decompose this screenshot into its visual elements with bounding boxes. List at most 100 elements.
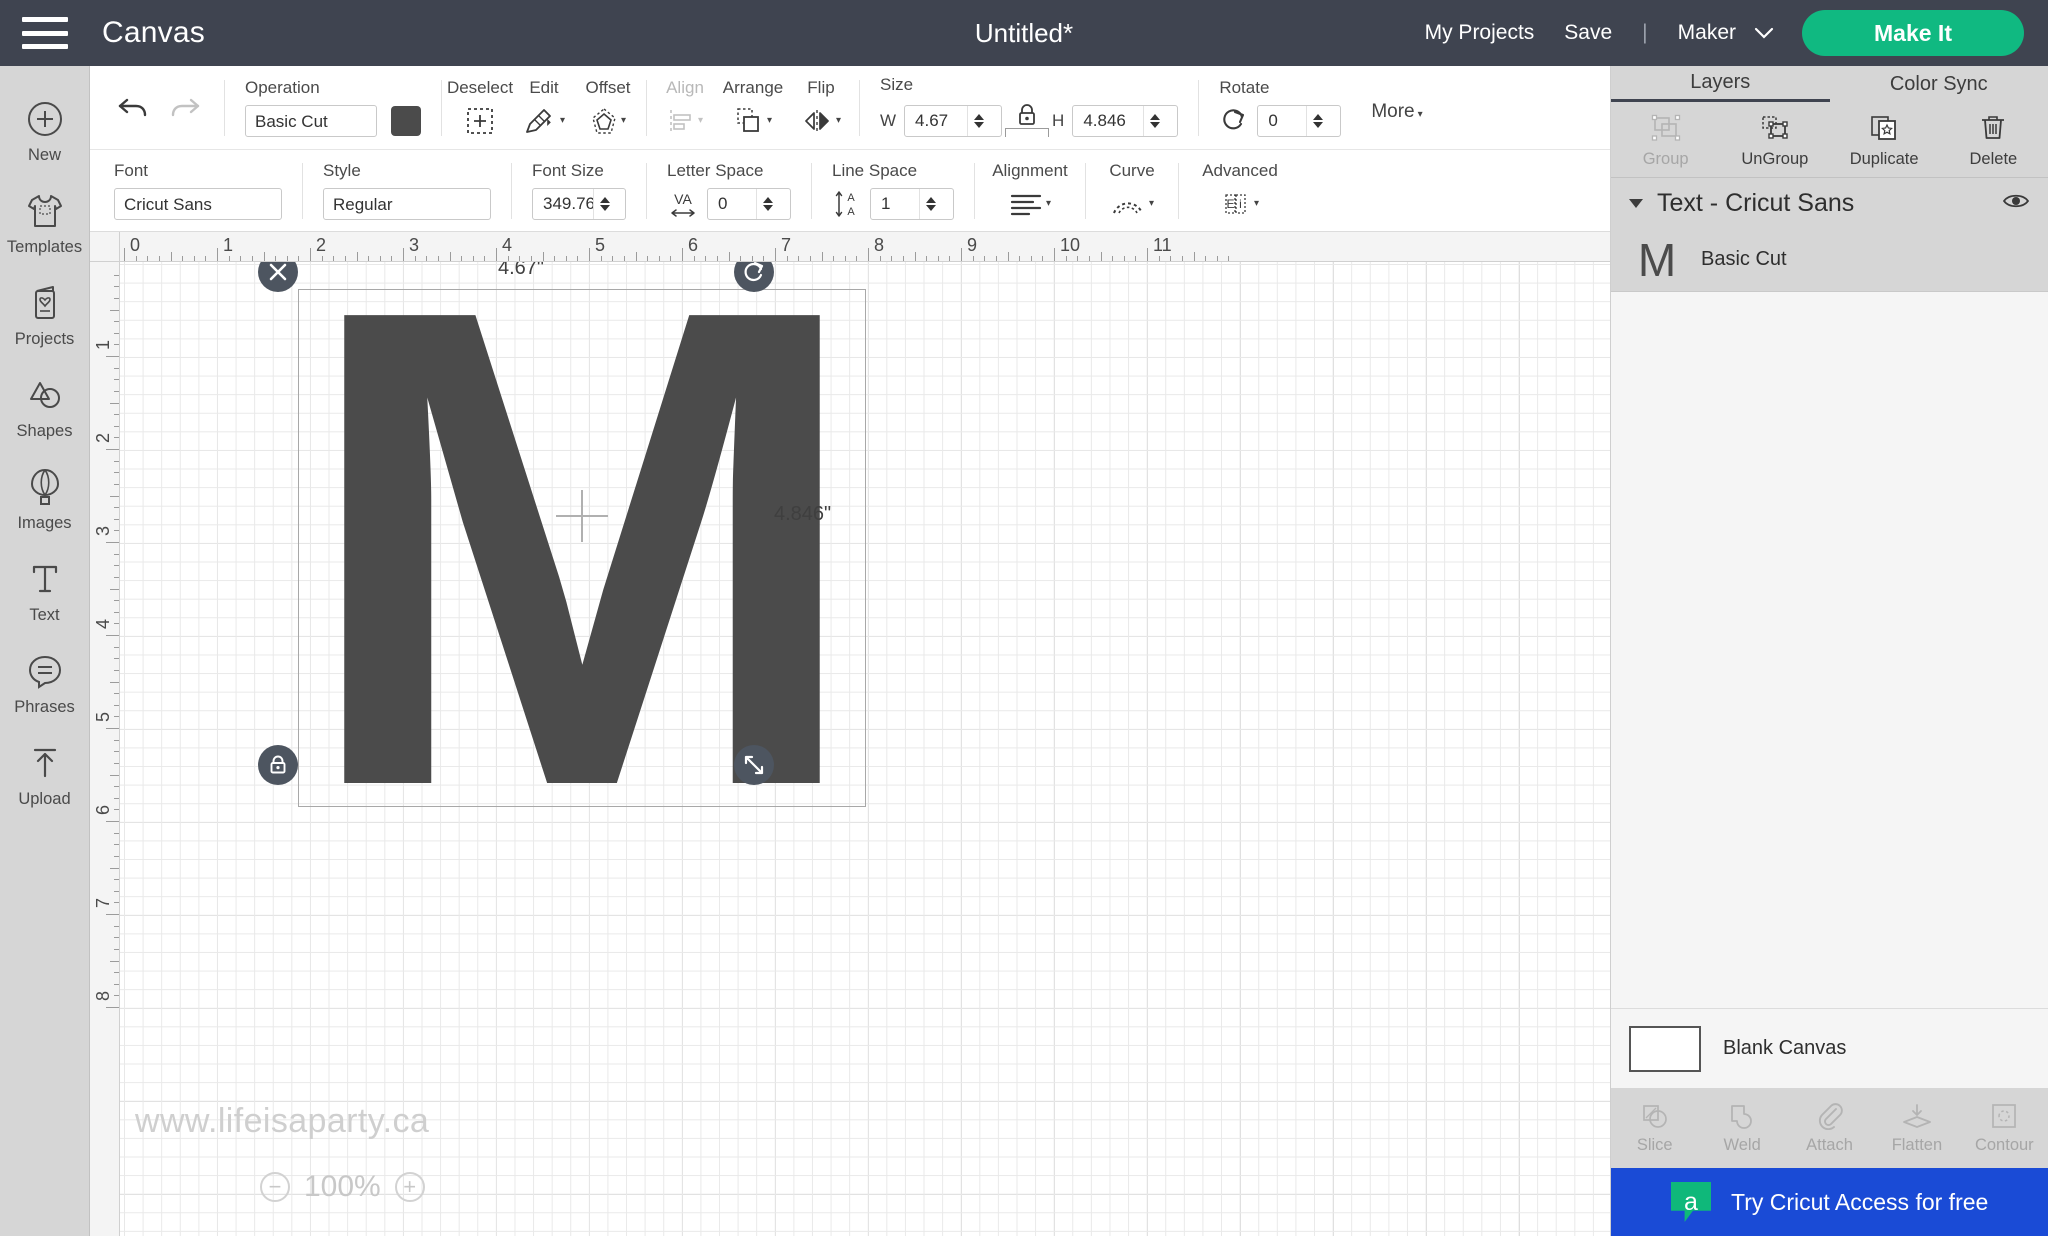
line-space-icon: AA <box>835 191 855 218</box>
operation-select[interactable]: Basic CutPenFoilScoreEngraveDebossWavePe… <box>245 105 377 137</box>
sidebar-item-images[interactable]: Images <box>0 454 90 546</box>
toolbar-divider <box>441 79 442 136</box>
edit-button[interactable]: Edit ▾ <box>512 66 576 149</box>
align-button[interactable]: Align ▾ <box>653 66 717 149</box>
font-group: Font Cricut SansCricut SerifCricut Alpha… <box>100 149 296 232</box>
ruler-tick-minor <box>658 256 660 261</box>
canvas-layer-row[interactable]: Blank Canvas <box>1611 1008 2048 1088</box>
ruler-tick-minor <box>751 256 753 261</box>
line-space-stepper[interactable] <box>919 189 941 219</box>
toolbar-divider <box>511 163 512 219</box>
arrange-button[interactable]: Arrange ▾ <box>717 66 789 149</box>
ruler-label: 2 <box>93 432 113 443</box>
style-select[interactable]: RegularBoldItalicBold ItalicWriting <box>323 188 491 220</box>
font-size-stepper[interactable] <box>593 189 615 219</box>
sidebar-item-phrases[interactable]: Phrases <box>0 638 90 730</box>
flip-label: Flip <box>807 77 835 97</box>
machine-selector[interactable]: Maker <box>1678 21 1774 45</box>
ruler-tick-minor <box>114 390 119 392</box>
tab-color-sync[interactable]: Color Sync <box>1830 66 2048 102</box>
horizontal-ruler[interactable]: 0 1 2 3 4 5 6 7 8 9 10 11 <box>90 232 1610 262</box>
width-stepper[interactable] <box>967 106 989 136</box>
canvas-area[interactable]: M 4.67" 4.846" 0 1 2 3 4 5 6 7 8 9 10 11 12345678 w… <box>90 232 1610 1236</box>
aspect-lock-handle[interactable] <box>258 745 298 785</box>
ruler-tick-minor <box>114 507 119 509</box>
ruler-tick-minor <box>809 256 811 261</box>
zoom-in-button[interactable]: + <box>394 1172 425 1202</box>
cricut-access-promo[interactable]: a Try Cricut Access for free <box>1611 1168 2048 1236</box>
duplicate-button[interactable]: Duplicate <box>1830 102 1939 177</box>
chevron-down-icon[interactable] <box>1629 198 1643 208</box>
height-input[interactable] <box>1073 111 1144 131</box>
delete-button[interactable]: Delete <box>1939 102 2048 177</box>
aspect-lock-button[interactable] <box>1004 102 1050 137</box>
flatten-button[interactable]: Flatten <box>1873 1101 1960 1155</box>
height-stepper[interactable] <box>1143 106 1165 136</box>
slice-button[interactable]: Slice <box>1611 1101 1698 1155</box>
canvas-text-object[interactable]: M <box>298 232 866 888</box>
curve-button[interactable]: Curve ▾ <box>1092 149 1172 232</box>
ruler-tick-minor <box>114 693 119 695</box>
eye-icon[interactable] <box>2002 191 2030 216</box>
ruler-tick-minor <box>114 751 119 753</box>
lock-aspect-icon <box>270 755 286 774</box>
ruler-tick-minor <box>472 256 474 261</box>
tab-layers[interactable]: Layers <box>1611 66 1830 102</box>
ungroup-button[interactable]: UnGroup <box>1720 102 1829 177</box>
rotate-stepper[interactable] <box>1306 106 1328 136</box>
font-size-input[interactable] <box>533 194 593 214</box>
font-select[interactable]: Cricut SansCricut SerifCricut AlphabetBa… <box>114 188 282 220</box>
sidebar-item-projects[interactable]: Projects <box>0 270 90 362</box>
ruler-tick-minor <box>1216 256 1218 261</box>
canvas-color-swatch[interactable] <box>1629 1025 1701 1072</box>
rotate-icon[interactable] <box>1219 107 1249 135</box>
sidebar-item-new[interactable]: New <box>0 86 90 178</box>
lock-icon <box>1019 103 1035 125</box>
zoom-out-button[interactable]: − <box>260 1172 290 1202</box>
my-projects-link[interactable]: My Projects <box>1425 21 1535 45</box>
weld-button[interactable]: Weld <box>1698 1101 1785 1155</box>
flip-button[interactable]: Flip ▾ <box>789 66 853 149</box>
line-space-input[interactable] <box>871 194 919 214</box>
undo-icon[interactable] <box>116 94 150 122</box>
ruler-tick-minor <box>1123 256 1125 261</box>
sidebar-item-text[interactable]: Text <box>0 546 90 638</box>
sidebar-item-templates[interactable]: Templates <box>0 178 90 270</box>
ruler-tick-minor <box>114 344 119 346</box>
offset-label: Offset <box>585 77 631 97</box>
sidebar-item-upload[interactable]: Upload <box>0 730 90 822</box>
more-menu-button[interactable]: More ▾ <box>1371 101 1422 123</box>
chevron-down-icon: ▾ <box>1045 198 1052 209</box>
duplicate-icon <box>1868 111 1900 145</box>
ruler-label: 4 <box>93 618 113 629</box>
sidebar-item-shapes[interactable]: Shapes <box>0 362 90 454</box>
width-input[interactable] <box>905 111 968 131</box>
toolbar-divider <box>974 163 975 219</box>
deselect-button[interactable]: Deselect <box>447 66 513 149</box>
attach-label: Attach <box>1806 1136 1853 1154</box>
rotate-input[interactable] <box>1258 111 1307 131</box>
offset-button[interactable]: Offset ▾ <box>576 66 640 149</box>
group-button[interactable]: Group <box>1611 102 1720 177</box>
hamburger-icon[interactable] <box>22 17 68 49</box>
attach-button[interactable]: Attach <box>1786 1101 1873 1155</box>
letter-space-input[interactable] <box>708 194 756 214</box>
aspect-lock-bracket <box>1005 127 1050 137</box>
resize-handle[interactable] <box>734 745 774 785</box>
ruler-tick-minor <box>114 553 119 555</box>
layer-group-header[interactable]: Text - Cricut Sans <box>1611 178 2048 228</box>
plus-circle-icon <box>26 99 64 139</box>
make-it-button[interactable]: Make It <box>1802 10 2024 56</box>
save-button[interactable]: Save <box>1564 21 1612 45</box>
redo-icon[interactable] <box>168 94 202 122</box>
cricut-access-text: Try Cricut Access for free <box>1731 1188 1989 1215</box>
operation-color-swatch[interactable] <box>391 106 421 136</box>
alignment-button[interactable]: Alignment ▾ <box>981 149 1079 232</box>
ruler-tick-minor <box>1158 256 1160 261</box>
advanced-button[interactable]: Advanced Ei ▾ <box>1185 149 1295 232</box>
ruler-tick-minor <box>135 256 137 261</box>
letter-space-stepper[interactable] <box>756 189 778 219</box>
contour-button[interactable]: Contour <box>1961 1101 2048 1155</box>
vertical-ruler[interactable]: 1 2 3 4 5 6 7 8 <box>90 232 120 1236</box>
layer-row[interactable]: M Basic Cut <box>1611 228 2048 292</box>
